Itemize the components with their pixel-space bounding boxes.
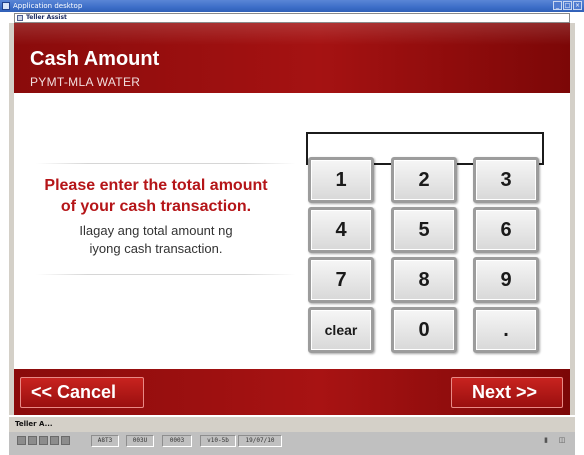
transaction-type-subtitle: PYMT-MLA WATER: [30, 75, 141, 89]
header-banner: Cash Amount PYMT-MLA WATER: [14, 23, 570, 93]
footer-banner: << Cancel Next >>: [14, 369, 570, 415]
prompt-tagalog-line-2: iyong cash transaction.: [89, 241, 223, 256]
minimize-button[interactable]: _: [553, 1, 562, 10]
status-cell-branch: 003U: [126, 435, 154, 447]
app-title-bar: Application desktop _ □ ×: [0, 0, 584, 12]
key-decimal-point[interactable]: .: [473, 307, 539, 353]
prompt-english-line-2: of your cash transaction.: [60, 198, 252, 215]
main-content: Please enter the total amount of your ca…: [14, 93, 570, 369]
prompt-english-line-1: Please enter the total amount: [44, 177, 268, 194]
connection-icon: ▮: [544, 436, 548, 444]
key-clear[interactable]: clear: [308, 307, 374, 353]
prompt-divider-bottom: [36, 274, 296, 275]
app-title: Application desktop: [13, 2, 83, 10]
key-4[interactable]: 4: [308, 207, 374, 253]
status-indicator-icon: [28, 436, 37, 445]
next-button[interactable]: Next >>: [451, 377, 563, 408]
status-indicator-icon: [17, 436, 26, 445]
prompt-divider-top: [36, 163, 296, 164]
status-indicator-icon: [39, 436, 48, 445]
prompt-english: Please enter the total amount of your ca…: [24, 175, 288, 217]
key-3[interactable]: 3: [473, 157, 539, 203]
page-title: Cash Amount: [30, 48, 160, 70]
tray-icon: ◫: [558, 436, 566, 444]
status-cell-code: 0003: [162, 435, 192, 447]
key-2[interactable]: 2: [391, 157, 457, 203]
key-5[interactable]: 5: [391, 207, 457, 253]
status-cell-terminal: A8T3: [91, 435, 119, 447]
app-window-icon: [2, 2, 10, 10]
prompt-tagalog: Ilagay ang total amount ng iyong cash tr…: [24, 222, 288, 258]
status-indicator-icon: [50, 436, 59, 445]
key-1[interactable]: 1: [308, 157, 374, 203]
status-cell-date: 19/07/10: [238, 435, 282, 447]
inner-window-title-bar: Teller Assist: [14, 13, 570, 23]
key-6[interactable]: 6: [473, 207, 539, 253]
window-controls: _ □ ×: [553, 1, 582, 10]
close-button[interactable]: ×: [573, 1, 582, 10]
key-9[interactable]: 9: [473, 257, 539, 303]
prompt-tagalog-line-1: Ilagay ang total amount ng: [79, 223, 233, 238]
key-8[interactable]: 8: [391, 257, 457, 303]
status-indicator-icon: [61, 436, 70, 445]
taskbar-item-teller-assist[interactable]: Teller A...: [15, 418, 53, 430]
teller-assist-icon: [17, 15, 23, 21]
cancel-button[interactable]: << Cancel: [20, 377, 144, 408]
maximize-button[interactable]: □: [563, 1, 572, 10]
window-frame-right: [570, 23, 575, 415]
key-7[interactable]: 7: [308, 257, 374, 303]
taskbar: Teller A...: [9, 416, 575, 432]
key-0[interactable]: 0: [391, 307, 457, 353]
status-bar: A8T3 003U 0003 v10-5b 19/07/10 ▮ ◫: [9, 432, 575, 455]
header-gloss: [14, 23, 570, 45]
status-cell-version: v10-5b: [200, 435, 236, 447]
inner-window-title: Teller Assist: [26, 14, 67, 21]
